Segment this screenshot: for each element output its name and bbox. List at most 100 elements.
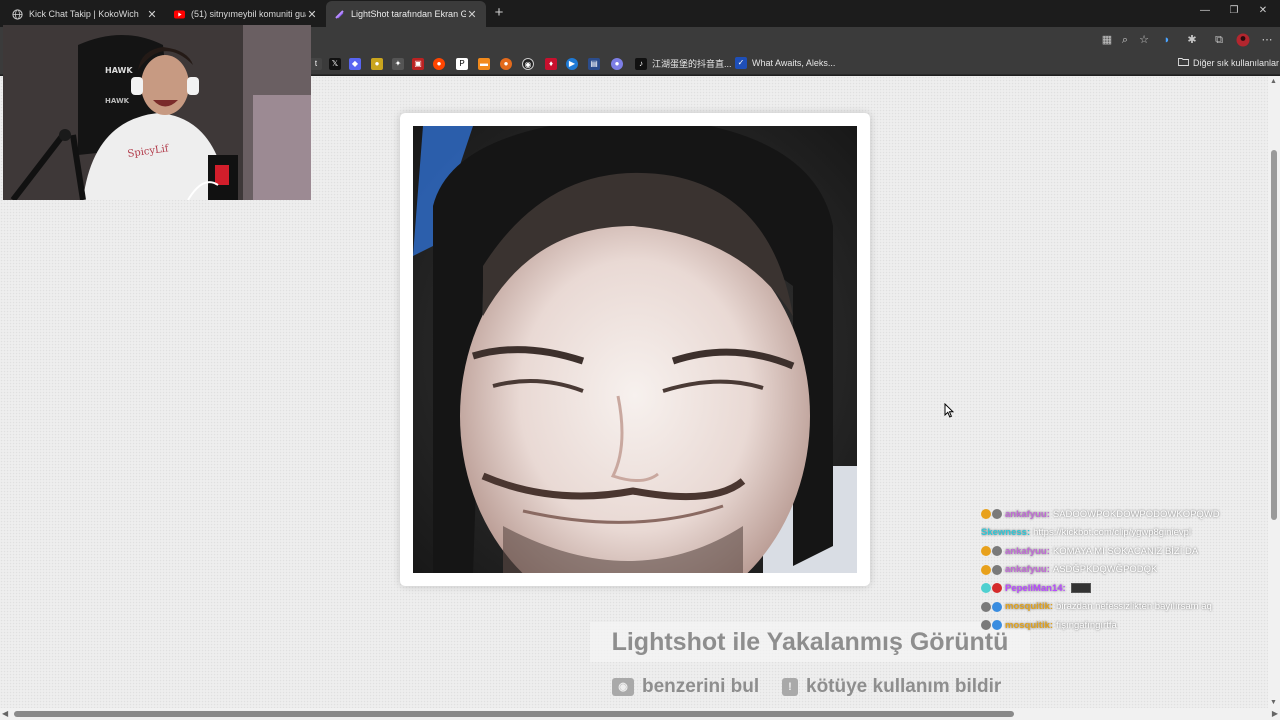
badge-icon [992,564,1002,575]
scrollbar-thumb[interactable] [14,711,1014,717]
bookmark-reddit-icon[interactable]: ● [433,58,445,70]
lightshot-icon [334,9,345,20]
emote-icon [1070,583,1091,594]
badge-icon [981,564,991,575]
apps-icon[interactable]: ▦ [1100,33,1114,47]
badge-icon [981,620,991,631]
webcam-scene: HAWK HAWK SpicyLif [3,25,311,200]
bookmark-site-icon[interactable]: ● [500,58,512,70]
face-photo [413,126,857,573]
badge-icon [981,509,991,520]
close-icon[interactable]: ✕ [146,8,158,21]
chat-text: birazdan nefessizlikten bayılırsam aq [1056,601,1212,613]
badge-icon [992,583,1002,594]
chat-message: ankafyuu: KOMAYA MI SOKACANIZ BİZİ DA [981,542,1251,561]
zoom-icon[interactable]: ⌕ [1118,33,1132,47]
youtube-icon [174,9,185,20]
tab-kick-chat[interactable]: Kick Chat Takip | KokoWich ✕ [4,1,166,27]
chat-message: ankafyuu: SADOOWPOKDOWPODOWKOPQWD [981,505,1251,524]
tiktok-icon: ♪ [635,57,647,70]
bookmark-site-icon[interactable]: ◉ [522,58,534,70]
chat-text: ASDĞPKDQWĞPODQK [1052,564,1158,576]
profile-avatar-icon[interactable] [1236,33,1250,47]
badge-icon [992,601,1002,612]
restore-button[interactable]: ❐ [1227,5,1241,16]
chair-brand-text: HAWK [105,66,133,75]
bookmark-app-icon[interactable]: ◆ [349,58,361,70]
bookmark-patreon-icon[interactable]: P [456,58,468,70]
bookmark-site-icon[interactable]: ● [611,58,623,70]
chat-message: mosquitik: birazdan nefessizlikten bayıl… [981,598,1251,617]
more-menu-icon[interactable]: ⋯ [1260,33,1274,47]
chat-username: mosquitik: [1005,601,1054,613]
bookmark-tumblr-icon[interactable]: t [310,58,322,70]
tab-youtube[interactable]: (51) sitnyımeybil komuniti guaydl ✕ [166,1,326,27]
tab-lightshot[interactable]: LightShot tarafından Ekran Görüntü ✕ [326,1,486,27]
chat-username: ankafyuu: [1005,564,1050,576]
tab-title: Kick Chat Takip | KokoWich [29,9,139,19]
horizontal-scrollbar[interactable]: ◀ ▶ [0,708,1280,720]
bookmark-other-folder[interactable]: Diğer sık kullanılanlar [1178,57,1279,68]
screenshot-frame [400,113,870,586]
badge-icon [992,509,1002,520]
chat-text: https://kickbot.com/clip/ygwp8ginievpl [1033,527,1192,539]
vertical-scrollbar[interactable]: ▲ ▼ [1268,76,1280,708]
folder-icon [1178,57,1189,68]
bookmark-site-icon[interactable]: ▶ [566,58,578,70]
chat-message: mosquitik: fışıngafıngırtfa [981,616,1251,635]
close-icon[interactable]: ✕ [306,8,318,21]
bookmark-x-icon[interactable]: 𝕏 [329,58,341,70]
scroll-up-icon[interactable]: ▲ [1270,78,1277,85]
chat-text: SADOOWPOKDOWPODOWKOPQWD [1052,508,1220,520]
bookmark-site-icon[interactable]: ✦ [392,58,404,70]
scroll-right-icon[interactable]: ▶ [1272,709,1278,718]
minimize-button[interactable]: — [1198,5,1212,16]
badge-icon [981,601,991,612]
chat-overlay: ankafyuu: SADOOWPOKDOWPODOWKOPQWD Skewne… [981,505,1251,635]
badge-icon [992,546,1002,557]
webcam-overlay: HAWK HAWK SpicyLif [3,25,311,200]
scroll-down-icon[interactable]: ▼ [1270,699,1277,706]
chat-username: ankafyuu: [1005,508,1050,520]
extensions-icon[interactable]: ✱ [1185,33,1199,47]
mouse-cursor-icon [944,402,955,423]
page-title: Lightshot ile Yakalanmış Görüntü [590,622,1030,662]
globe-icon [12,8,23,20]
bookmark-site-icon[interactable]: ▤ [588,58,600,70]
chat-message: Skewness: https://kickbot.com/clip/ygwp8… [981,524,1251,543]
chat-text: KOMAYA MI SOKACANIZ BİZİ DA [1052,545,1199,557]
checkmark-icon: ✓ [735,57,747,69]
badge-icon [981,546,991,557]
chat-username: Skewness: [981,527,1031,539]
bookmark-site-icon[interactable]: ▣ [412,58,424,70]
bookmark-site-icon[interactable]: ♦ [545,58,557,70]
bookmark-site-icon[interactable]: ● [371,58,383,70]
chat-message: ankafyuu: ASDĞPKDQWĞPODQK [981,561,1251,580]
collections-icon[interactable]: ⧉ [1212,33,1226,47]
bookmark-site-icon[interactable]: ▬ [478,58,490,70]
captured-image[interactable] [413,126,857,573]
close-icon[interactable]: ✕ [466,8,478,21]
chair-brand-text: HAWK [105,97,130,105]
badge-icon [992,620,1002,631]
tab-title: (51) sitnyımeybil komuniti guaydl [191,9,306,19]
bookmark-douyin[interactable]: ♪ 江湖蛋堡的抖音直... [635,57,732,70]
chat-message: PepeliMan14: [981,579,1251,598]
find-similar-link[interactable]: ◉ benzerini bul [612,676,759,698]
chat-username: PepeliMan14: [1005,582,1066,594]
report-abuse-link[interactable]: ! kötüye kullanım bildir [782,676,1001,698]
read-aloud-icon[interactable]: ◗ [1160,33,1174,47]
tab-strip: Kick Chat Takip | KokoWich ✕ (51) sitnyı… [0,0,1280,27]
scrollbar-thumb[interactable] [1271,150,1277,520]
chat-username: mosquitik: [1005,619,1054,631]
bookmark-what-awaits[interactable]: ✓ What Awaits, Aleks... [735,57,835,69]
favorite-star-icon[interactable]: ☆ [1137,33,1151,47]
new-tab-button[interactable]: + [490,4,508,22]
scroll-left-icon[interactable]: ◀ [2,709,8,718]
chat-text: fışıngafıngırtfa [1056,619,1117,631]
window-close-button[interactable]: ✕ [1256,5,1270,16]
tab-title: LightShot tarafından Ekran Görüntü [351,9,466,19]
badge-icon [981,583,991,594]
warning-icon: ! [782,678,798,696]
chat-username: ankafyuu: [1005,545,1050,557]
